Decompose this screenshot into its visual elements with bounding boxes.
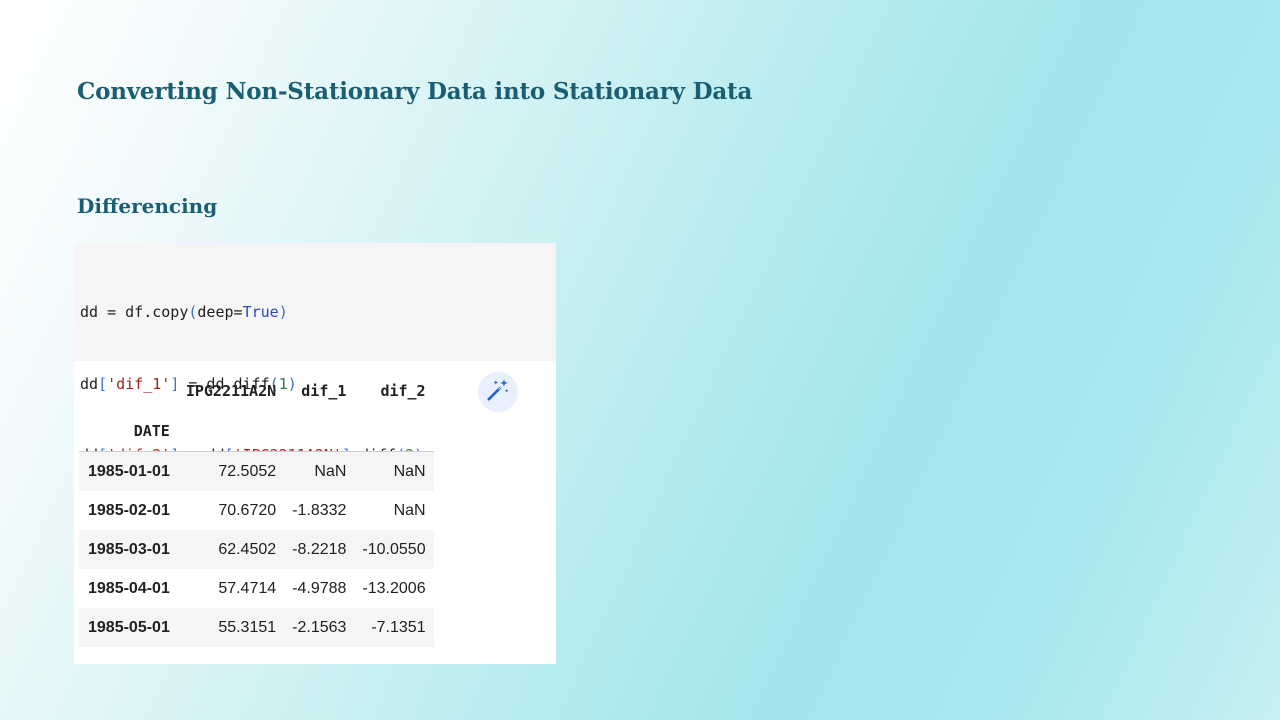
table-cell: 57.4714 xyxy=(218,579,277,597)
table-cell: 62.4502 xyxy=(218,540,277,558)
table-row: 1985-05-01 55.3151 -2.1563 -7.1351 xyxy=(79,608,434,647)
dataframe-table: IPG2211A2N dif_1 dif_2 DATE 1985-01-01 7… xyxy=(79,371,434,647)
table-cell: NaN xyxy=(393,462,426,480)
table-cell: -2.1563 xyxy=(292,618,347,636)
blank-cell xyxy=(284,411,355,452)
code-token: dd = df.copy xyxy=(80,303,189,322)
code-token: ) xyxy=(278,303,288,322)
row-index: 1985-03-01 xyxy=(88,540,170,558)
table-cell: -7.1351 xyxy=(371,618,426,636)
table-cell: 70.6720 xyxy=(218,501,277,519)
table-cell: -4.9788 xyxy=(292,579,347,597)
code-cell[interactable]: dd = df.copy(deep=True) dd['dif_1'] = dd… xyxy=(74,243,556,535)
section-title: Differencing xyxy=(77,194,218,218)
code-line: dd = df.copy(deep=True) xyxy=(80,301,556,325)
magic-suggest-button[interactable] xyxy=(478,372,518,412)
blank-cell xyxy=(177,411,285,452)
row-index: 1985-01-01 xyxy=(88,462,170,480)
slide-title: Converting Non-Stationary Data into Stat… xyxy=(77,78,753,105)
row-index: 1985-04-01 xyxy=(88,579,170,597)
corner-cell xyxy=(79,371,178,411)
table-cell: NaN xyxy=(314,462,347,480)
column-header: IPG2211A2N xyxy=(185,382,277,400)
table-cell: 72.5052 xyxy=(218,462,277,480)
column-header: dif_2 xyxy=(380,382,426,400)
column-header: dif_1 xyxy=(301,382,347,400)
table-cell: -13.2006 xyxy=(362,579,426,597)
table-cell: -10.0550 xyxy=(362,540,426,558)
code-token: deep= xyxy=(197,303,243,322)
table-cell: -8.2218 xyxy=(292,540,347,558)
table-cell: 55.3151 xyxy=(218,618,277,636)
row-index: 1985-05-01 xyxy=(88,618,170,636)
index-name: DATE xyxy=(79,411,178,452)
row-index: 1985-02-01 xyxy=(88,501,170,519)
table-row: 1985-04-01 57.4714 -4.9788 -13.2006 xyxy=(79,569,434,608)
cell-output: IPG2211A2N dif_1 dif_2 DATE 1985-01-01 7… xyxy=(74,361,556,664)
table-row: 1985-02-01 70.6720 -1.8332 NaN xyxy=(79,491,434,530)
notebook-cell: dd = df.copy(deep=True) dd['dif_1'] = dd… xyxy=(74,243,556,664)
table-row: 1985-03-01 62.4502 -8.2218 -10.0550 xyxy=(79,530,434,569)
magic-wand-sparkle-icon xyxy=(485,377,511,408)
table-row: 1985-01-01 72.5052 NaN NaN xyxy=(79,451,434,491)
code-token: True xyxy=(242,303,279,322)
table-cell: -1.8332 xyxy=(292,501,347,519)
blank-cell xyxy=(354,411,434,452)
table-cell: NaN xyxy=(393,501,426,519)
